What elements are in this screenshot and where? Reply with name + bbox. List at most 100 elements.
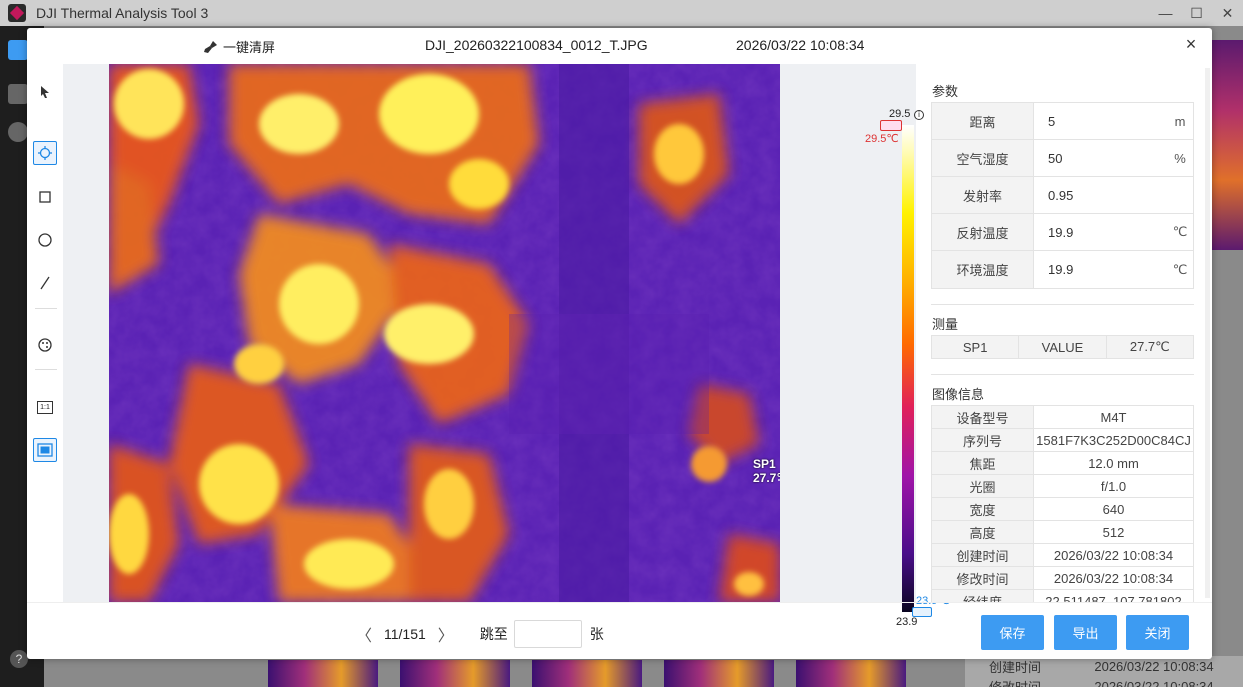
param-row-emissivity: 发射率 0.95 xyxy=(932,177,1193,214)
thermal-image[interactable]: SP1 27.7℃ xyxy=(109,64,780,602)
app-logo-icon xyxy=(8,4,26,22)
rectangle-tool[interactable] xyxy=(33,185,57,209)
color-scale-bar xyxy=(902,125,914,612)
properties-panel: 参数 距离 5 m 空气湿度 50 % 发射率 0.95 反射温度 19.9 ℃ xyxy=(919,64,1200,602)
param-label: 环境温度 xyxy=(932,251,1033,288)
thumbnail[interactable] xyxy=(268,660,378,687)
window-close-button[interactable]: ✕ xyxy=(1212,0,1243,26)
broom-icon xyxy=(204,40,217,53)
app-titlebar: DJI Thermal Analysis Tool 3 — ☐ ✕ xyxy=(0,0,1243,26)
info-value: f/1.0 xyxy=(1033,475,1193,497)
thumbnail[interactable] xyxy=(532,660,642,687)
bg-label: 修改时间 xyxy=(988,679,1041,687)
export-button[interactable]: 导出 xyxy=(1054,615,1117,650)
measure-row-sp1[interactable]: SP1 VALUE 27.7℃ xyxy=(931,335,1194,359)
palette-icon xyxy=(38,338,52,352)
image-viewer-modal: 一键清屏 DJI_20260322100834_0012_T.JPG 2026/… xyxy=(27,28,1212,659)
thumbnail[interactable] xyxy=(796,660,906,687)
section-divider xyxy=(931,304,1194,305)
info-label: 序列号 xyxy=(932,429,1033,451)
measure-type: VALUE xyxy=(1018,336,1105,358)
param-value[interactable]: 5 xyxy=(1033,103,1167,139)
jump-label: 跳至 xyxy=(479,626,508,642)
spot-crosshair-icon[interactable] xyxy=(778,472,780,488)
tool-divider xyxy=(35,308,57,309)
param-unit: % xyxy=(1174,150,1186,166)
pointer-tool[interactable] xyxy=(33,80,57,104)
param-unit: ℃ xyxy=(1172,261,1188,277)
info-value: 2026/03/22 10:08:34 xyxy=(1033,567,1193,589)
table-row: 修改时间 2026/03/22 10:08:34 xyxy=(965,676,1243,687)
info-value: 1581F7K3C252D00C84CJ xyxy=(1033,429,1193,451)
scale-max-marker-label: 29.5℃ xyxy=(865,133,899,145)
section-divider xyxy=(931,374,1194,375)
scale-max-value: 29.5 xyxy=(889,108,911,120)
param-value[interactable]: 0.95 xyxy=(1033,177,1167,213)
files-icon[interactable] xyxy=(8,84,28,104)
measure-title: 测量 xyxy=(932,317,959,332)
line-tool[interactable] xyxy=(33,271,57,295)
info-label: 创建时间 xyxy=(932,544,1033,566)
table-row: 焦距 12.0 mm xyxy=(932,452,1193,475)
info-value: 12.0 mm xyxy=(1033,452,1193,474)
info-label: 宽度 xyxy=(932,498,1033,520)
param-value[interactable]: 19.9 xyxy=(1033,214,1167,250)
minimize-button[interactable]: — xyxy=(1150,0,1181,26)
line-icon xyxy=(40,276,50,290)
ratio-1-1-icon: 1:1 xyxy=(37,400,53,414)
background-info-table: 创建时间 2026/03/22 10:08:34 修改时间 2026/03/22… xyxy=(965,656,1243,687)
scale-max-marker[interactable] xyxy=(880,120,902,131)
param-row-reflected-temp: 反射温度 19.9 ℃ xyxy=(932,214,1193,251)
param-row-distance: 距离 5 m xyxy=(932,103,1193,140)
maximize-button[interactable]: ☐ xyxy=(1181,0,1212,26)
info-label: 光圈 xyxy=(932,475,1033,497)
clear-screen-label: 一键清屏 xyxy=(223,40,276,55)
table-row: 创建时间 2026/03/22 10:08:34 xyxy=(932,544,1193,567)
param-value[interactable]: 50 xyxy=(1033,140,1167,176)
param-unit: ℃ xyxy=(1172,224,1188,239)
modal-close-icon[interactable]: × xyxy=(1182,35,1200,53)
param-unit: m xyxy=(1174,113,1186,129)
crosshair-point-icon xyxy=(38,146,52,160)
palette-tool[interactable] xyxy=(33,333,57,357)
prev-page-icon[interactable]: 〈 xyxy=(354,622,374,646)
measure-value: 27.7℃ xyxy=(1105,336,1193,358)
window-controls: — ☐ ✕ xyxy=(1150,0,1243,26)
page-count: 11/151 xyxy=(384,626,426,642)
info-value: 640 xyxy=(1033,498,1193,520)
param-label: 距离 xyxy=(932,103,1033,139)
param-row-humidity: 空气湿度 50 % xyxy=(932,140,1193,177)
background-thumbnail-strip xyxy=(268,660,906,687)
actual-size-tool[interactable]: 1:1 xyxy=(33,395,57,419)
tool-divider xyxy=(35,369,57,370)
table-row: 创建时间 2026/03/22 10:08:34 xyxy=(965,656,1243,676)
param-row-ambient-temp: 环境温度 19.9 ℃ xyxy=(932,251,1193,288)
panel-scrollbar[interactable] xyxy=(1205,68,1210,598)
table-row: 光圈 f/1.0 xyxy=(932,475,1193,498)
measure-name: SP1 xyxy=(962,339,988,355)
spot-tool[interactable] xyxy=(33,141,57,165)
help-icon[interactable]: ? xyxy=(10,650,28,668)
clear-screen-button[interactable]: 一键清屏 xyxy=(203,37,275,56)
gear-icon[interactable] xyxy=(8,122,28,142)
param-value[interactable]: 19.9 xyxy=(1033,251,1167,288)
jump-page-input[interactable] xyxy=(513,620,582,648)
info-value: 2026/03/22 10:08:34 xyxy=(1033,544,1193,566)
cube-icon[interactable] xyxy=(8,40,28,60)
bg-value: 2026/03/22 10:08:34 xyxy=(1094,658,1214,674)
tool-bar: 1:1 xyxy=(27,64,63,602)
params-title: 参数 xyxy=(932,84,959,99)
info-label: 经纬度 xyxy=(932,590,1033,602)
circle-tool[interactable] xyxy=(33,228,57,252)
close-button[interactable]: 关闭 xyxy=(1126,615,1189,650)
fit-screen-tool[interactable] xyxy=(33,438,57,462)
save-button[interactable]: 保存 xyxy=(981,615,1044,650)
table-row: 经纬度 22.511487, 107.781802 xyxy=(932,590,1193,602)
table-row: 设备型号 M4T xyxy=(932,406,1193,429)
jump-unit: 张 xyxy=(589,626,604,642)
pager: 〈 11/151 〉 跳至 张 xyxy=(354,620,604,648)
thumbnail[interactable] xyxy=(400,660,510,687)
next-page-icon[interactable]: 〉 xyxy=(436,622,456,646)
thumbnail[interactable] xyxy=(664,660,774,687)
table-row: 修改时间 2026/03/22 10:08:34 xyxy=(932,567,1193,590)
